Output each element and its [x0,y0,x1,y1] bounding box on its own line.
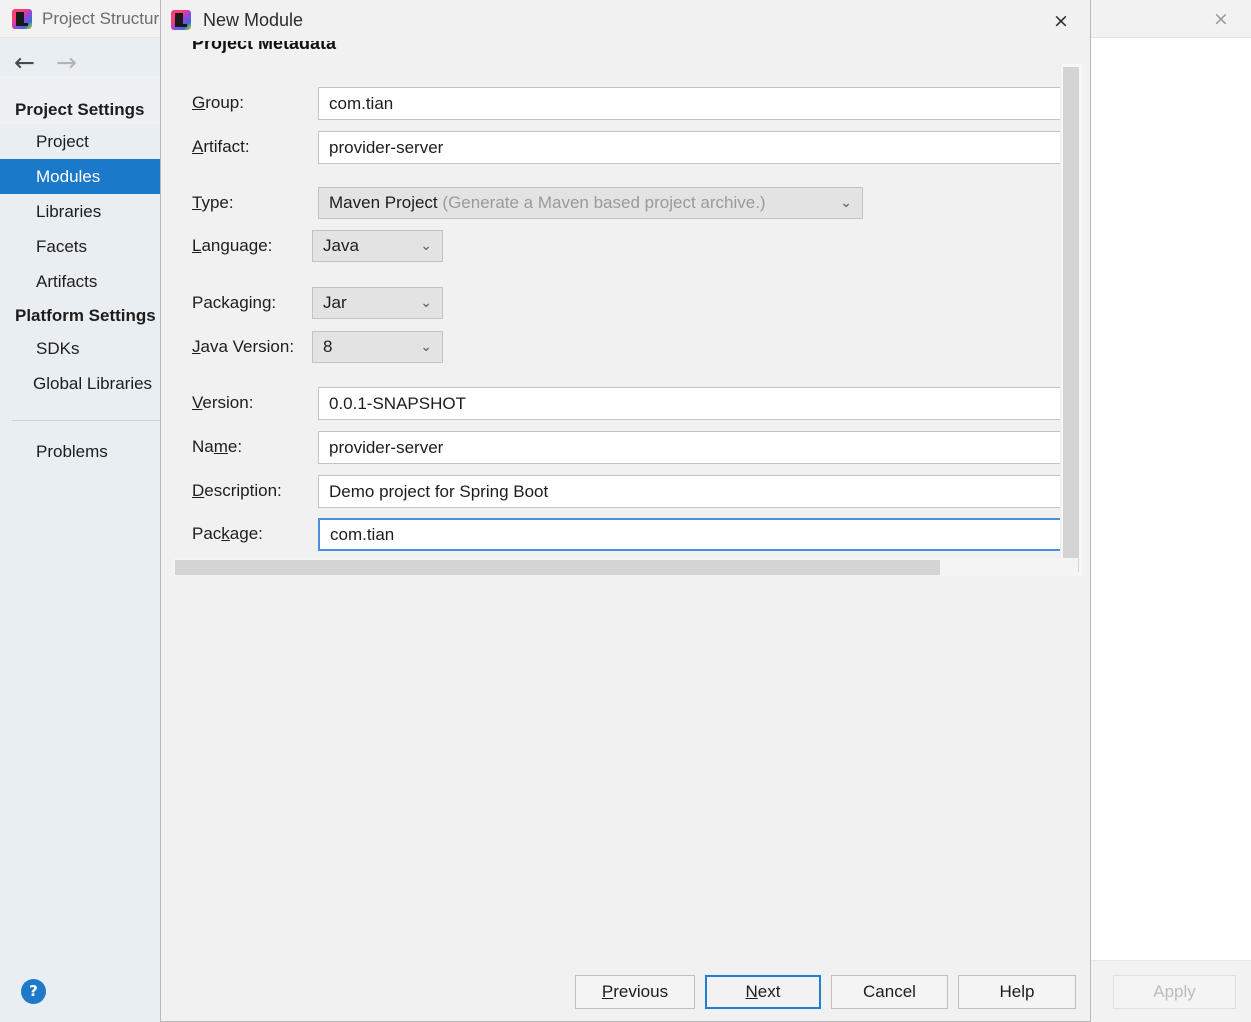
chevron-down-icon: ⌄ [420,339,432,355]
packaging-select-value: Jar [323,293,347,312]
packaging-label: Packaging: [192,293,277,312]
intellij-logo-icon [12,9,32,29]
sidebar-group-platform-settings: Platform Settings [15,306,156,325]
chevron-down-icon: ⌄ [420,238,432,254]
chevron-down-icon: ⌄ [420,295,432,311]
language-select-value: Java [323,236,359,255]
group-input[interactable]: com.tian [318,87,1063,120]
sidebar-divider [12,420,163,421]
package-label: Package: [192,524,263,543]
language-select[interactable]: Java ⌄ [312,230,443,262]
type-select[interactable]: Maven Project (Generate a Maven based pr… [318,187,863,219]
field-row-java-version: Java Version: 8 ⌄ [174,330,1079,364]
java-version-label: Java Version: [192,337,295,356]
name-label: Name: [192,437,243,456]
sidebar-item-facets[interactable]: Facets [0,229,163,264]
field-row-language: Language: Java ⌄ [174,229,1079,263]
version-input[interactable]: 0.0.1-SNAPSHOT [318,387,1063,420]
help-icon[interactable]: ? [21,979,46,1004]
previous-button[interactable]: Previous [575,975,695,1009]
field-row-packaging: Packaging: Jar ⌄ [174,286,1079,320]
new-module-titlebar: New Module × [161,0,1090,41]
field-row-type: Type: Maven Project (Generate a Maven ba… [174,186,1079,220]
packaging-select[interactable]: Jar ⌄ [312,287,443,319]
java-version-select[interactable]: 8 ⌄ [312,331,443,363]
sidebar-group-project-settings: Project Settings [15,100,145,119]
sidebar-item-global-libraries[interactable]: Global Libraries [0,366,163,401]
project-metadata-form: Project Metadata Group: com.tian Artifac… [174,41,1079,578]
artifact-input[interactable]: provider-server [318,131,1063,164]
field-row-package: Package: com.tian [174,517,1079,551]
field-row-description: Description: Demo project for Spring Boo… [174,474,1079,508]
intellij-logo-icon [171,10,191,30]
description-label: Description: [192,481,282,500]
sidebar-item-modules[interactable]: Modules [0,159,163,194]
sidebar-item-libraries[interactable]: Libraries [0,194,163,229]
group-label: Group: [192,93,244,112]
chevron-down-icon: ⌄ [840,195,852,211]
sidebar-item-problems[interactable]: Problems [0,434,163,469]
cancel-button[interactable]: Cancel [831,975,948,1009]
sidebar-item-sdks[interactable]: SDKs [0,331,163,366]
new-module-dialog: New Module × Project Metadata Group: com… [160,0,1091,1022]
name-input[interactable]: provider-server [318,431,1063,464]
artifact-label: Artifact: [192,137,250,156]
horizontal-scrollbar-thumb[interactable] [175,560,940,575]
type-label: Type: [192,193,234,212]
field-row-name: Name: provider-server [174,430,1079,464]
description-input[interactable]: Demo project for Spring Boot [318,475,1063,508]
close-icon[interactable]: × [1209,7,1233,31]
type-select-value: Maven Project [329,193,438,212]
help-button[interactable]: Help [958,975,1076,1009]
field-row-artifact: Artifact: provider-server [174,130,1079,164]
sidebar-item-artifacts[interactable]: Artifacts [0,264,163,299]
back-arrow-icon[interactable]: ← [14,50,35,75]
field-row-group: Group: com.tian [174,86,1079,120]
vertical-scrollbar-thumb[interactable] [1063,67,1079,572]
package-input[interactable]: com.tian [318,518,1063,551]
apply-button: Apply [1113,975,1236,1009]
forward-arrow-icon[interactable]: → [56,50,77,75]
section-title: Project Metadata [192,41,337,53]
project-structure-title: Project Structure [42,9,169,28]
close-icon[interactable]: × [1048,8,1074,34]
type-select-hint: (Generate a Maven based project archive.… [442,193,766,212]
next-button[interactable]: Next [705,975,821,1009]
new-module-title: New Module [203,10,304,30]
field-row-version: Version: 0.0.1-SNAPSHOT [174,386,1079,420]
java-version-select-value: 8 [323,337,333,356]
sidebar-item-project[interactable]: Project [0,124,163,159]
language-label: Language: [192,236,273,255]
version-label: Version: [192,393,254,412]
